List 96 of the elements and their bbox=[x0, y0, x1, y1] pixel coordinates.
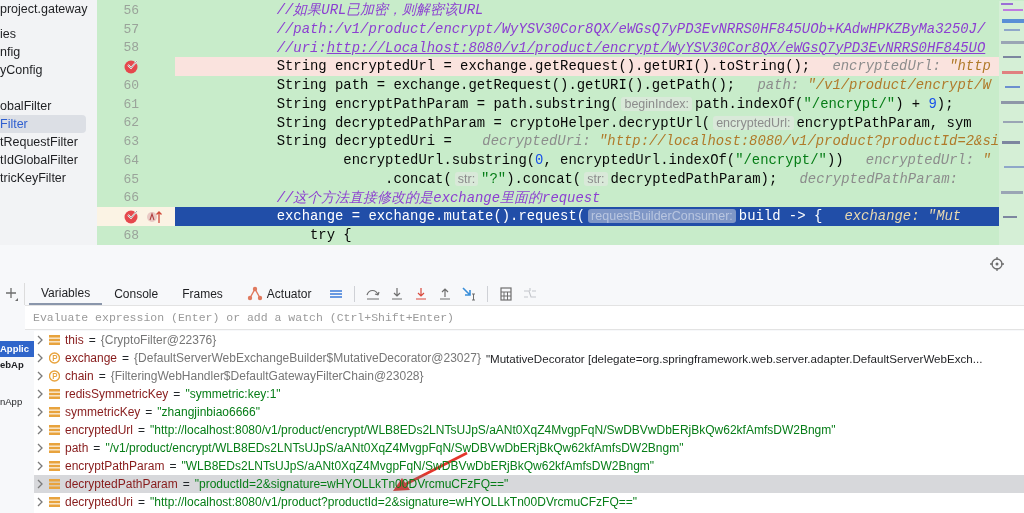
variable-value: "zhangjinbiao6666" bbox=[157, 404, 260, 422]
execution-marker-icon bbox=[146, 209, 163, 224]
line-number: 56 bbox=[122, 2, 139, 18]
code-line: String decryptedPathParam = cryptoHelper.decryptUrl( encryptedUrl: encryptPathParam, sym bbox=[275, 113, 973, 133]
breakpoint-icon[interactable] bbox=[124, 59, 139, 75]
equals-sign: = bbox=[169, 458, 177, 476]
line-number: 68 bbox=[122, 227, 139, 243]
line-number: 61 bbox=[122, 96, 139, 112]
field-icon bbox=[49, 460, 60, 473]
force-step-into-icon[interactable] bbox=[413, 286, 428, 301]
actuator-icon bbox=[246, 286, 263, 302]
variable-row[interactable]: decryptedUri = "http://localhost:8080/v1/product?productId=2&signature=wHYOLLkTn00DVrcmuCFzFQ==" bbox=[36, 493, 1024, 512]
value-detail: "MutativeDecorator [delegate=org.springframework.web.server.adapter.DefaultServerWebExch... bbox=[485, 350, 983, 367]
variable-value: "http://localhost:8080/v1/product/encrypt/WLB8EDs2LNTsUJpS/aANt0XqZ4MvgpFqN/SwDBVwDbERjBkQw62kfAmfsDW2Bngm" bbox=[150, 422, 836, 440]
service-item[interactable]: Applic bbox=[0, 341, 34, 358]
variable-name: encryptPathParam bbox=[65, 458, 165, 476]
variable-row[interactable]: path = "/v1/product/encrypt/WLB8EDs2LNTsUJpS/aANt0XqZ4MvgpFqN/SwDBVwDbERjBkQw62kfAmfsDW2Bngm" bbox=[36, 439, 1024, 458]
debugger-tab[interactable]: Console bbox=[102, 282, 171, 305]
debugger-tab[interactable]: Actuator bbox=[234, 282, 324, 305]
breakpoint-icon[interactable] bbox=[124, 209, 139, 225]
code-line: .concat( str: "?").concat( str: decryptedPathParam); decryptedPathParam: bbox=[384, 169, 959, 189]
code-line: //path:/v1/product/encrypt/WyYSV30Cor8QX/eWGsQ7yPD3EvNRRS0HF845UOb+KAdwHPKZByMa3250J/ bbox=[275, 19, 987, 39]
tree-item[interactable]: nfig bbox=[0, 43, 86, 61]
tree-item[interactable]: obalFilter bbox=[0, 97, 86, 115]
variable-name: chain bbox=[65, 368, 94, 386]
equals-sign: = bbox=[138, 494, 146, 512]
line-number: 65 bbox=[122, 171, 139, 187]
variable-name: decryptedUri bbox=[65, 494, 134, 512]
parameter-icon bbox=[49, 352, 60, 365]
field-icon bbox=[49, 406, 60, 419]
parameter-icon bbox=[49, 370, 60, 383]
tree-item[interactable]: tRequestFilter bbox=[0, 133, 86, 151]
step-out-icon[interactable] bbox=[437, 286, 452, 301]
service-item[interactable]: ebAp bbox=[0, 357, 34, 374]
add-icon[interactable] bbox=[5, 286, 19, 301]
code-line: try { bbox=[309, 226, 353, 245]
evaluate-field[interactable]: Evaluate expression (Enter) or add a watch (Ctrl+Shift+Enter) bbox=[25, 304, 1024, 330]
code-line: //如果URL已加密，则解密该URL bbox=[275, 1, 485, 20]
field-icon bbox=[49, 478, 60, 491]
line-number: 62 bbox=[122, 115, 139, 131]
variable-value: "/v1/product/encrypt/WLB8EDs2LNTsUJpS/aANt0XqZ4MvgpFqN/SwDBVwDbERjBkQw62kfAmfsDW2Bngm" bbox=[105, 440, 684, 458]
code-line: String path = exchange.getRequest().getURI().getPath(); path: "/v1/product/encrypt/W bbox=[275, 76, 993, 95]
tree-item[interactable]: ies bbox=[0, 25, 86, 43]
code-line: String decryptedUri = decryptedUri: "http://localhost:8080/v1/product?productId=2&si bbox=[275, 132, 1000, 151]
line-number: 58 bbox=[122, 40, 139, 56]
target-icon[interactable] bbox=[990, 256, 1004, 271]
run-to-cursor-icon[interactable] bbox=[461, 286, 476, 301]
variable-row[interactable]: this = {CryptoFilter@22376} bbox=[36, 331, 1024, 350]
field-icon bbox=[49, 496, 60, 509]
variable-value: {FilteringWebHandler$DefaultGatewayFilterChain@23028} bbox=[110, 368, 424, 386]
code-line: //uri:http://Localhost:8080/v1/product/encrypt/WyYSV30Cor8QX/eWGsQ7yPD3EvNRRS0HF845UO bbox=[275, 38, 987, 58]
equals-sign: = bbox=[138, 422, 146, 440]
equals-sign: = bbox=[93, 440, 101, 458]
equals-sign: = bbox=[173, 386, 181, 404]
field-icon bbox=[49, 388, 60, 401]
variable-row[interactable]: exchange = {DefaultServerWebExchangeBuilder$MutativeDecorator@23027} "MutativeDecorator [delegate=org.springframework.web.server.adapter.DefaultServerWebExch... bbox=[36, 349, 1024, 368]
variable-name: this bbox=[65, 332, 84, 350]
variable-name: path bbox=[65, 440, 89, 458]
tree-item[interactable]: project.gateway bbox=[0, 0, 86, 18]
code-line: encryptedUrl.substring(0, encryptedUrl.indexOf("/encrypt/")) encryptedUrl: " bbox=[342, 151, 992, 170]
equals-sign: = bbox=[122, 350, 130, 368]
variable-row[interactable]: encryptedUrl = "http://localhost:8080/v1/product/encrypt/WLB8EDs2LNTsUJpS/aANt0XqZ4MvgpFqN/SwDBVwDbERjBkQw62kfAmfsDW2Bngm" bbox=[36, 421, 1024, 440]
calculator-icon[interactable] bbox=[498, 286, 513, 301]
variable-name: decryptedPathParam bbox=[65, 476, 178, 494]
line-number: 57 bbox=[122, 21, 139, 37]
line-number: 66 bbox=[122, 190, 139, 206]
line-number: 63 bbox=[122, 134, 139, 150]
debugger-tab[interactable]: Frames bbox=[170, 282, 235, 305]
equals-sign: = bbox=[182, 476, 190, 494]
field-icon bbox=[49, 442, 60, 455]
variable-name: redisSymmetricKey bbox=[65, 386, 169, 404]
variable-name: symmetricKey bbox=[65, 404, 141, 422]
step-into-icon[interactable] bbox=[389, 286, 404, 301]
line-number: 64 bbox=[122, 152, 139, 168]
equals-sign: = bbox=[98, 368, 106, 386]
variable-row[interactable]: symmetricKey = "zhangjinbiao6666" bbox=[36, 403, 1024, 422]
variable-name: exchange bbox=[65, 350, 118, 368]
field-icon bbox=[49, 424, 60, 437]
variable-name: encryptedUrl bbox=[65, 422, 134, 440]
variable-value: {DefaultServerWebExchangeBuilder$MutativeDecorator@23027} bbox=[134, 350, 481, 368]
code-line: String encryptPathParam = path.substring( beginIndex: path.indexOf("/encrypt/") + 9); bbox=[275, 94, 955, 114]
variable-row[interactable]: chain = {FilteringWebHandler$DefaultGatewayFilterChain@23028} bbox=[36, 367, 1024, 386]
code-line: //这个方法直接修改的是exchange里面的request bbox=[275, 188, 602, 208]
tree-item[interactable]: tricKeyFilter bbox=[0, 169, 86, 187]
tree-item[interactable]: tIdGlobalFilter bbox=[0, 151, 86, 169]
line-number: 60 bbox=[122, 77, 139, 93]
equals-sign: = bbox=[88, 332, 96, 350]
service-item[interactable]: nApp bbox=[0, 394, 34, 411]
field-icon bbox=[49, 334, 60, 347]
variable-value: "http://localhost:8080/v1/product?productId=2&signature=wHYOLLkTn00DVrcmuCFzFQ==" bbox=[150, 494, 638, 512]
variable-value: "symmetric:key:1" bbox=[185, 386, 281, 404]
tree-item[interactable]: yConfig bbox=[0, 61, 86, 79]
variable-row[interactable]: redisSymmetricKey = "symmetric:key:1" bbox=[36, 385, 1024, 404]
variable-value: {CryptoFilter@22376} bbox=[100, 332, 217, 350]
tree-item[interactable]: Filter bbox=[0, 115, 86, 133]
equals-sign: = bbox=[145, 404, 153, 422]
